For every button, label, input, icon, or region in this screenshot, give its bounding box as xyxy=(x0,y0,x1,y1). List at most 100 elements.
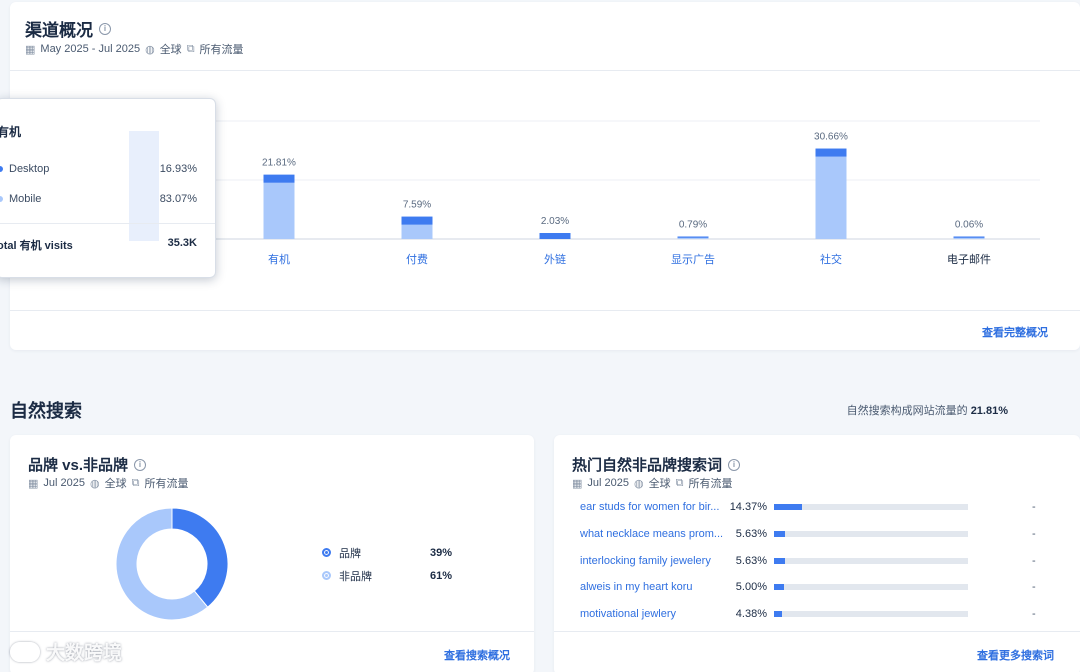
bar-desktop-segment xyxy=(539,233,571,239)
keyword-change: - xyxy=(1032,528,1036,540)
keyword-bar-fill xyxy=(774,531,785,537)
watermark-text: 大数跨境 xyxy=(46,643,123,664)
traffic-icon: ⧉ xyxy=(131,476,140,489)
category-label: 社交 xyxy=(820,252,842,266)
tooltip-title: 有机 xyxy=(0,125,22,139)
keyword-share: 14.37% xyxy=(729,501,767,513)
keyword-link[interactable]: motivational jewlery xyxy=(580,608,725,620)
keyword-change: - xyxy=(1032,501,1036,513)
keywords-title: 热门自然非品牌搜索词 i xyxy=(572,454,741,475)
section-note: 自然搜索构成网站流量的 21.81% xyxy=(847,402,1008,418)
keyword-share: 5.00% xyxy=(735,581,767,593)
view-full-overview-link[interactable]: 查看完整概况 xyxy=(982,324,1048,340)
section-title: 自然搜索 xyxy=(10,401,82,421)
keyword-link[interactable]: interlocking family jewelery xyxy=(580,555,725,567)
region-filter[interactable]: 全球 xyxy=(105,475,127,491)
tooltip-row-desktop: Desktop 16.93% xyxy=(0,163,197,175)
bar-desktop-segment xyxy=(401,216,433,225)
divider xyxy=(10,310,1080,311)
region-filter[interactable]: 全球 xyxy=(649,475,671,491)
category-label: 有机 xyxy=(268,252,290,266)
category-label: 付费 xyxy=(406,253,428,266)
bar-value-label: 21.81% xyxy=(262,158,296,169)
brand-filters: ▦ Jul 2025 ◍ 全球 ⧉ 所有流量 xyxy=(28,475,188,491)
bar-desktop-segment xyxy=(953,236,985,238)
legend-item-nonbrand[interactable]: 非品牌 61% xyxy=(322,564,452,587)
calendar-icon: ▦ xyxy=(572,477,583,490)
watermark-logo-icon xyxy=(10,641,40,662)
keyword-row: alweis in my heart koru 5.00% - xyxy=(580,578,1060,596)
tooltip-row-value: 83.07% xyxy=(159,193,197,205)
category-label: 外链 xyxy=(544,252,566,266)
info-icon[interactable]: i xyxy=(728,458,741,471)
section-note-value: 21.81% xyxy=(970,405,1008,417)
keyword-link[interactable]: alweis in my heart koru xyxy=(580,581,725,593)
bar-desktop-segment xyxy=(263,174,295,183)
date-filter[interactable]: Jul 2025 xyxy=(43,477,85,489)
keyword-bar-fill xyxy=(774,584,784,590)
keyword-bar-fill xyxy=(774,504,802,510)
keyword-bar-track xyxy=(774,584,968,590)
globe-icon: ◍ xyxy=(90,477,100,490)
view-more-keywords-link[interactable]: 查看更多搜索词 xyxy=(977,647,1054,663)
keyword-row: what necklace means prom... 5.63% - xyxy=(580,525,1060,543)
bar-value-label: 0.06% xyxy=(955,220,983,231)
keywords-card: 热门自然非品牌搜索词 i ▦ Jul 2025 ◍ 全球 ⧉ 所有流量 ear … xyxy=(554,435,1080,672)
keyword-bar-track xyxy=(774,558,968,564)
keyword-row: interlocking family jewelery 5.63% - xyxy=(580,552,1060,570)
keyword-bar-track xyxy=(774,504,968,510)
hover-highlight xyxy=(129,131,159,241)
date-filter[interactable]: Jul 2025 xyxy=(587,477,629,489)
bar-mobile-segment xyxy=(815,148,847,239)
bar-value-label: 30.66% xyxy=(814,132,848,143)
bar-value-label: 7.59% xyxy=(403,200,431,211)
bar-desktop-segment xyxy=(677,236,709,238)
keyword-bar-track xyxy=(774,531,968,537)
brand-legend: 品牌 39% 非品牌 61% xyxy=(322,541,452,587)
legend-label: 品牌 xyxy=(339,547,361,560)
traffic-filter[interactable]: 所有流量 xyxy=(144,475,188,491)
keyword-change: - xyxy=(1032,581,1036,593)
nonbrand-dot xyxy=(322,570,331,580)
keyword-share: 5.63% xyxy=(735,555,767,567)
keyword-bar-fill xyxy=(774,558,785,564)
keyword-share: 5.63% xyxy=(735,528,767,540)
category-label: 电子邮件 xyxy=(947,253,991,266)
keyword-change: - xyxy=(1032,555,1036,567)
keyword-bar-track xyxy=(774,611,968,617)
desktop-dot xyxy=(0,166,3,173)
keyword-change: - xyxy=(1032,608,1036,620)
keyword-row: motivational jewlery 4.38% - xyxy=(580,605,1060,623)
bar-desktop-segment xyxy=(815,148,847,157)
traffic-filter[interactable]: 所有流量 xyxy=(688,475,732,491)
tooltip-total-value: 35.3K xyxy=(167,237,197,249)
tooltip-total: otal 有机 visits 35.3K xyxy=(0,237,197,253)
brand-donut-chart xyxy=(115,507,229,621)
tooltip-total-label: otal 有机 visits xyxy=(0,240,73,252)
brand-dot xyxy=(322,547,331,557)
legend-pct: 61% xyxy=(429,569,452,582)
mobile-dot xyxy=(0,196,3,203)
calendar-icon: ▦ xyxy=(28,477,39,490)
view-search-overview-link[interactable]: 查看搜索概况 xyxy=(444,647,510,663)
legend-pct: 39% xyxy=(429,546,452,559)
keyword-link[interactable]: what necklace means prom... xyxy=(580,528,725,540)
divider xyxy=(554,631,1080,632)
keyword-share: 4.38% xyxy=(735,608,767,620)
globe-icon: ◍ xyxy=(634,477,644,490)
info-icon[interactable]: i xyxy=(134,458,147,471)
category-label: 显示广告 xyxy=(671,253,715,266)
legend-item-brand[interactable]: 品牌 39% xyxy=(322,541,452,564)
brand-card: 品牌 vs.非品牌 i ▦ Jul 2025 ◍ 全球 ⧉ 所有流量 品牌 39… xyxy=(10,435,534,672)
tooltip-row-value: 16.93% xyxy=(159,163,197,175)
brand-title-text: 品牌 vs.非品牌 xyxy=(28,457,129,474)
tooltip-row-label: Desktop xyxy=(9,163,50,175)
keyword-bar-fill xyxy=(774,611,783,617)
brand-title: 品牌 vs.非品牌 i xyxy=(28,454,147,475)
bar-value-label: 2.03% xyxy=(541,216,569,227)
bar-mobile-segment xyxy=(263,174,295,239)
donut-slice[interactable] xyxy=(171,507,229,608)
section-note-text: 自然搜索构成网站流量的 xyxy=(846,405,968,417)
keywords-filters: ▦ Jul 2025 ◍ 全球 ⧉ 所有流量 xyxy=(572,475,732,491)
keyword-link[interactable]: ear studs for women for bir... xyxy=(580,501,725,513)
